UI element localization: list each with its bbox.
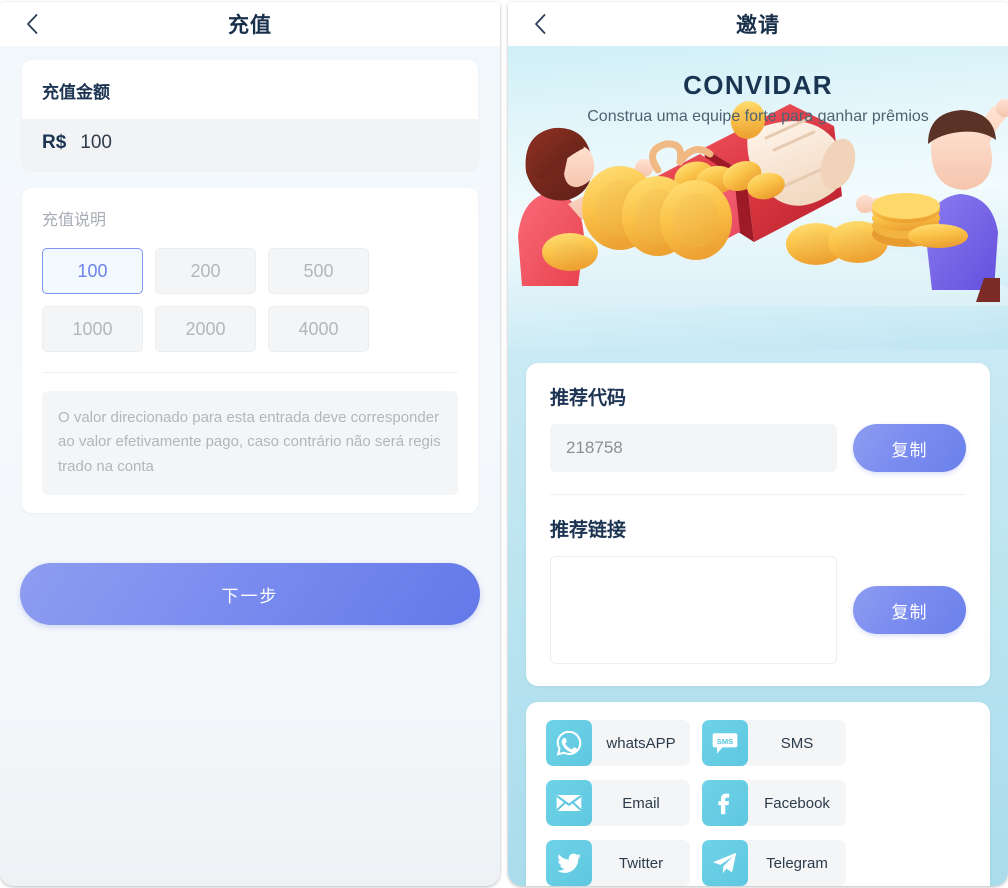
invite-card-divider — [550, 494, 966, 495]
share-label: Facebook — [764, 794, 830, 812]
twitter-icon — [546, 840, 592, 886]
amount-label: 充值金额 — [42, 83, 110, 102]
page-title: 邀请 — [736, 14, 780, 37]
referral-code-label: 推荐代码 — [550, 388, 627, 409]
sms-icon: SMS — [702, 720, 748, 766]
amount-value: 100 — [80, 132, 112, 153]
referral-link-row: 复制 — [550, 556, 966, 664]
recharge-topbar: 充值 — [0, 2, 500, 46]
invite-topbar: 邀请 — [508, 2, 1008, 46]
amount-chip-100[interactable]: 100 — [42, 248, 143, 294]
amount-input[interactable]: R$ 100 — [22, 119, 478, 170]
copy-code-button[interactable]: 复制 — [853, 424, 966, 472]
invite-screen: 邀请 CONVIDAR Construa uma equipe forte pa… — [508, 2, 1008, 886]
facebook-icon — [702, 780, 748, 826]
invite-code-card: 推荐代码 218758 复制 推荐链接 复制 — [526, 363, 990, 686]
hero-title: CONVIDAR — [683, 70, 833, 100]
share-label: Email — [622, 794, 660, 812]
share-telegram[interactable]: Telegram — [702, 840, 846, 886]
amount-chip-200[interactable]: 200 — [155, 248, 256, 294]
share-sms[interactable]: SMS SMS — [702, 720, 846, 766]
share-twitter[interactable]: Twitter — [546, 840, 690, 886]
share-label: whatsAPP — [606, 734, 676, 752]
next-step-button[interactable]: 下一步 — [20, 563, 480, 625]
share-label: Telegram — [766, 854, 828, 872]
amount-chip-500[interactable]: 500 — [268, 248, 369, 294]
recharge-notice-text: O valor direcionado para esta entrada de… — [42, 391, 458, 495]
hero-subtitle: Construa uma equipe forte para ganhar pr… — [587, 108, 929, 125]
amount-chip-1000[interactable]: 1000 — [42, 306, 143, 352]
referral-link-input[interactable] — [550, 556, 837, 664]
currency-symbol: R$ — [42, 132, 67, 153]
chevron-left-icon[interactable] — [22, 14, 42, 34]
referral-code-row: 218758 复制 — [550, 424, 966, 472]
card-divider — [42, 372, 458, 373]
invite-hero-banner: CONVIDAR Construa uma equipe forte para … — [508, 46, 1008, 349]
dual-screen-container: 充值 充值金额 R$ 100 充值说明 100 200 500 1000 200… — [0, 0, 1008, 888]
copy-link-button[interactable]: 复制 — [853, 586, 966, 634]
share-whatsapp[interactable]: whatsAPP — [546, 720, 690, 766]
chevron-left-icon[interactable] — [530, 14, 550, 34]
svg-text:SMS: SMS — [717, 737, 733, 746]
amount-chip-4000[interactable]: 4000 — [268, 306, 369, 352]
share-label: Twitter — [618, 854, 664, 872]
description-title: 充值说明 — [42, 212, 107, 229]
email-icon — [546, 780, 592, 826]
recharge-description-card: 充值说明 100 200 500 1000 2000 4000 O valor … — [22, 188, 478, 513]
recharge-screen: 充值 充值金额 R$ 100 充值说明 100 200 500 1000 200… — [0, 2, 500, 886]
amount-chip-2000[interactable]: 2000 — [155, 306, 256, 352]
share-email[interactable]: Email — [546, 780, 690, 826]
page-title: 充值 — [228, 14, 272, 37]
referral-code-input[interactable]: 218758 — [550, 424, 837, 472]
amount-chip-list: 100 200 500 1000 2000 4000 — [42, 248, 458, 352]
share-label: SMS — [780, 734, 814, 752]
amount-card: 充值金额 R$ 100 — [22, 60, 478, 170]
referral-link-label: 推荐链接 — [550, 520, 627, 541]
share-channel-list: whatsAPP SMS SMS Email Facebook Twitter … — [526, 702, 990, 886]
telegram-icon — [702, 840, 748, 886]
whatsapp-icon — [546, 720, 592, 766]
share-facebook[interactable]: Facebook — [702, 780, 846, 826]
